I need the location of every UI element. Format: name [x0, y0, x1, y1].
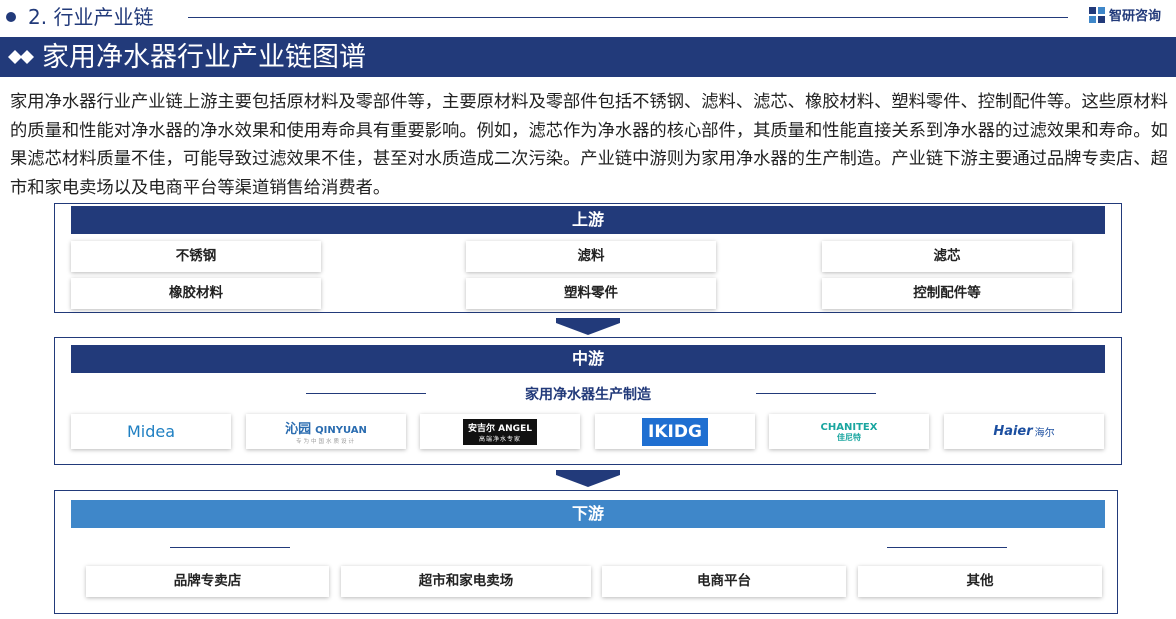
- brand-text: IKIDG: [648, 421, 702, 442]
- downstream-item: 电商平台: [602, 566, 846, 597]
- section-title: 2. 行业产业链: [28, 5, 154, 29]
- upstream-item: 控制配件等: [822, 278, 1072, 309]
- downstream-item: 超市和家电卖场: [341, 566, 591, 597]
- brand-logo-angel: 安吉尔 ANGEL 高端净水专家: [420, 414, 580, 449]
- upstream-item: 橡胶材料: [71, 278, 321, 309]
- downstream-band: 下游: [71, 500, 1105, 528]
- brand-logo-chanitex: CHANITEX 佳尼特: [769, 414, 929, 449]
- subtitle-rule-left: [306, 393, 426, 394]
- brand-text: 沁园: [285, 422, 312, 437]
- midstream-subtitle: 家用净水器生产制造: [525, 387, 651, 403]
- upstream-item: 塑料零件: [466, 278, 716, 309]
- downstream-item-label: 其他: [966, 573, 994, 589]
- upstream-item-label: 不锈钢: [175, 248, 217, 264]
- logo-icon: [1089, 6, 1105, 23]
- downstream-item: 其他: [858, 566, 1102, 597]
- brand-logo-haier: Haier 海尔: [944, 414, 1104, 449]
- upstream-item-label: 滤料: [577, 248, 605, 264]
- downstream-rule-right: [887, 547, 1007, 548]
- upstream-item: 不锈钢: [71, 241, 321, 272]
- flow-arrow-icon: [556, 470, 620, 487]
- page-title: 家用净水器行业产业链图谱: [42, 42, 366, 73]
- brand-text: 安吉尔 ANGEL: [468, 423, 532, 434]
- flow-arrow-icon: [556, 318, 620, 335]
- section-bullet-icon: [6, 12, 16, 22]
- upstream-band: 上游: [71, 206, 1105, 234]
- downstream-label: 下游: [571, 504, 604, 523]
- downstream-rule-left: [170, 547, 290, 548]
- brand-text: CHANITEX: [820, 421, 878, 433]
- upstream-label: 上游: [571, 210, 604, 229]
- downstream-item-label: 品牌专卖店: [173, 573, 242, 589]
- brand-logo-qinyuan: 沁园 QINYUAN 专为中国水质设计: [246, 414, 406, 449]
- midstream-band: 中游: [71, 345, 1105, 373]
- header-divider: [188, 17, 1068, 18]
- brand-tagline: 专为中国水质设计: [295, 439, 356, 445]
- description-paragraph: 家用净水器行业产业链上游主要包括原材料及零部件等，主要原材料及零部件包括不锈钢、…: [10, 92, 1168, 198]
- upstream-item-label: 滤芯: [933, 248, 961, 264]
- midstream-label: 中游: [571, 349, 604, 368]
- brand-tagline: 佳尼特: [837, 432, 861, 442]
- diamond-icon: [8, 50, 34, 64]
- company-logo: 智研咨询: [1088, 5, 1161, 24]
- downstream-item: 品牌专卖店: [86, 566, 329, 597]
- upstream-item-label: 橡胶材料: [169, 285, 223, 301]
- upstream-item: 滤芯: [822, 241, 1072, 272]
- brand-text: Haier: [993, 424, 1033, 439]
- upstream-item-label: 控制配件等: [913, 285, 981, 301]
- brand-logo-ikidg: IKIDG: [595, 414, 755, 449]
- company-name: 智研咨询: [1109, 9, 1162, 24]
- upstream-item: 滤料: [466, 241, 716, 272]
- downstream-item-label: 电商平台: [697, 573, 751, 589]
- brand-text: QINYUAN: [315, 425, 367, 436]
- brand-logo-midea: Midea: [71, 414, 231, 449]
- subtitle-rule-right: [756, 393, 876, 394]
- downstream-item-label: 超市和家电卖场: [418, 573, 514, 589]
- brand-text: 海尔: [1034, 428, 1055, 439]
- brand-text: Midea: [126, 422, 176, 441]
- brand-tagline: 高端净水专家: [478, 435, 521, 443]
- upstream-item-label: 塑料零件: [564, 285, 618, 301]
